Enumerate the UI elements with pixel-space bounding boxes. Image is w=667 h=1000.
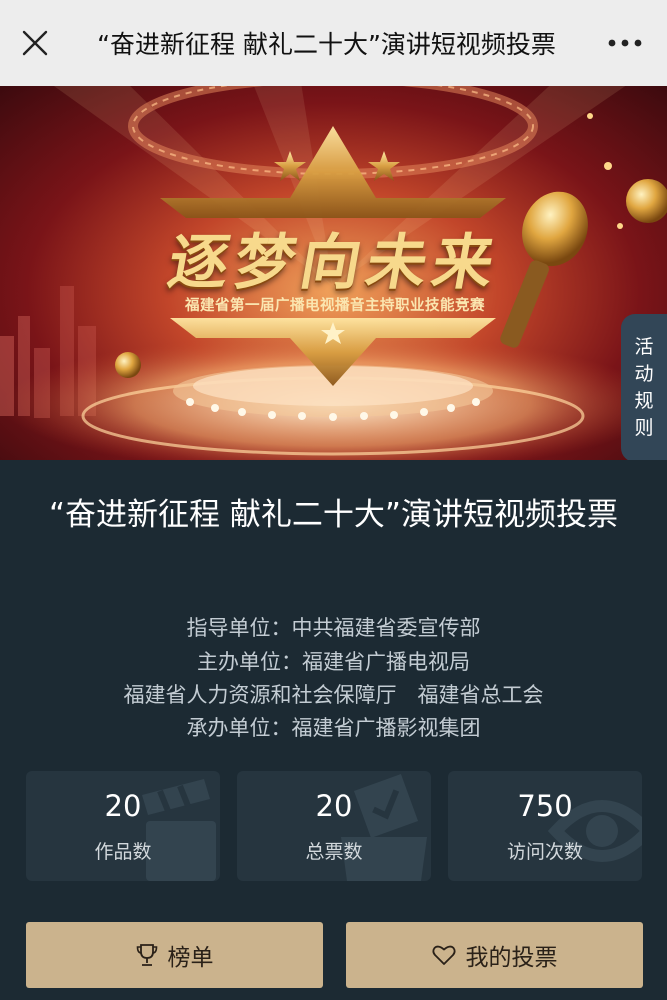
page-title: “奋进新征程 献礼二十大”演讲短视频投票 [97, 30, 556, 59]
eye-icon [547, 800, 642, 862]
ranking-button[interactable]: 榜单 [26, 922, 323, 988]
organizer-line: 主办单位：福建省广播电视局 [197, 650, 470, 674]
more-button[interactable] [583, 0, 667, 86]
activity-rules-tab[interactable]: 活动规则 [621, 314, 667, 460]
hero-title: 逐梦向未来 [162, 228, 506, 298]
more-icon [608, 39, 642, 47]
visits-label: 访问次数 [506, 841, 583, 863]
ballot-icon [341, 773, 427, 881]
close-icon [22, 30, 48, 56]
hero-banner: 逐梦向未来 福建省第一届广播电视播音主持职业技能竞赛 活动规则 [0, 86, 667, 460]
works-label: 作品数 [94, 841, 152, 863]
stat-card-works: 20 作品数 [26, 771, 220, 881]
ranking-button-label: 榜单 [167, 945, 214, 971]
organizer-line: 指导单位：中共福建省委宣传部 [186, 616, 481, 640]
trophy-icon [136, 943, 158, 967]
event-title: “奋进新征程 献礼二十大”演讲短视频投票 [49, 497, 618, 533]
organizer-line: 福建省人力资源和社会保障厅 福建省总工会 [123, 683, 544, 707]
my-votes-button-label: 我的投票 [465, 945, 558, 971]
works-count: 20 [104, 789, 142, 823]
clapperboard-icon [142, 779, 216, 881]
votes-label: 总票数 [305, 841, 363, 863]
top-nav-bar: “奋进新征程 献礼二十大”演讲短视频投票 [0, 0, 667, 86]
votes-count: 20 [315, 789, 353, 823]
my-votes-button[interactable]: 我的投票 [346, 922, 643, 988]
heart-icon [431, 944, 456, 966]
organizer-line: 承办单位：福建省广播影视集团 [186, 716, 481, 740]
close-button[interactable] [0, 0, 70, 86]
stat-card-votes: 20 总票数 [237, 771, 431, 881]
visits-count: 750 [517, 789, 573, 823]
stat-card-visits: 750 访问次数 [448, 771, 642, 881]
hero-subtitle: 福建省第一届广播电视播音主持职业技能竞赛 [185, 298, 485, 314]
